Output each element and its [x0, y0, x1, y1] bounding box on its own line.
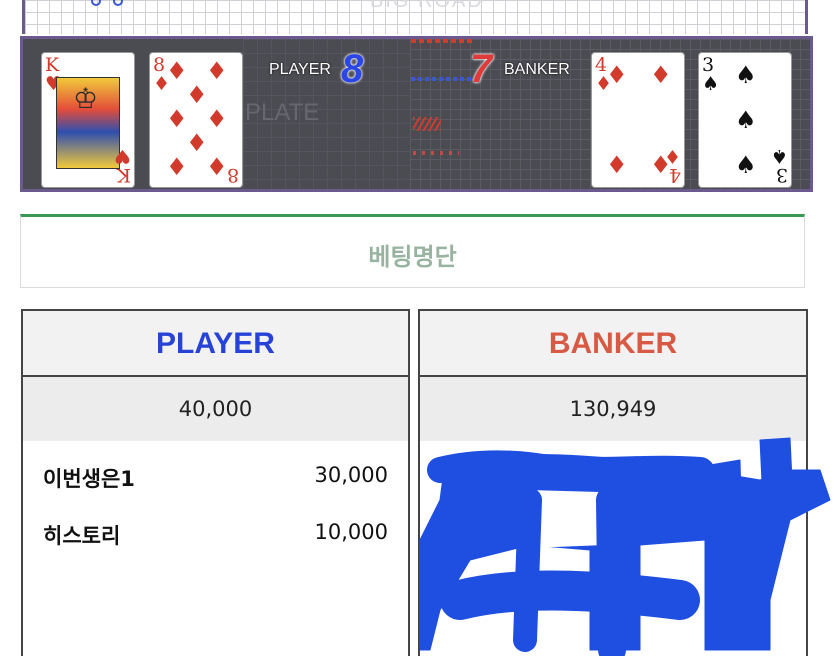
road-mark — [411, 39, 473, 43]
road-mark — [413, 117, 441, 131]
player-score: 8 — [341, 47, 364, 91]
player-side-label: PLAYER — [269, 61, 331, 78]
card-corner: 3 ♠ — [702, 54, 720, 95]
player-bet-list: 이번생은1 30,000 히스토리 10,000 — [23, 441, 408, 559]
big-road-board: BIG ROAD — [22, 0, 808, 34]
road-marker — [91, 0, 101, 6]
player-card-1: K ♥ ♔ K ♥ — [41, 52, 135, 188]
card-corner: 8 — [226, 164, 239, 186]
banker-side-label: BANKER — [504, 61, 570, 78]
list-item: 히스토리 10,000 — [23, 502, 408, 559]
diamond-suit-icon: ♦ — [206, 153, 228, 181]
list-item: 이번생은1 30,000 — [23, 445, 408, 502]
diamond-suit-icon: ♦ — [206, 57, 228, 85]
bet-list-title: 베팅명단 — [368, 243, 457, 271]
player-card-2: 8 ♦ ♦ ♦ ♦ ♦ ♦ ♦ ♦ ♦ 8 — [149, 52, 243, 188]
big-road-label: BIG ROAD — [370, 0, 484, 12]
diamond-suit-icon: ♦ — [186, 129, 208, 157]
diamond-suit-icon: ♦ — [606, 61, 628, 89]
road-marker — [113, 0, 123, 6]
banker-card-2: 3 ♠ ♠ ♠ ♠ 3 ♠ — [698, 52, 792, 188]
card-corner: K ♥ — [113, 145, 131, 186]
diamond-suit-icon: ♦ — [166, 57, 188, 85]
banker-total-amount: 130,949 — [420, 377, 806, 441]
card-corner: 3 ♠ — [770, 145, 788, 186]
king-face-icon: ♔ — [56, 77, 120, 169]
diamond-suit-icon: ♦ — [206, 105, 228, 133]
plate-watermark: PLATE — [245, 99, 320, 126]
diamond-suit-icon: ♦ — [186, 81, 208, 109]
bet-list-header: 베팅명단 — [20, 214, 805, 288]
banker-card-1: 4 ♦ ♦ ♦ ♦ ♦ 4 ♦ — [591, 52, 685, 188]
diamond-suit-icon: ♦ — [166, 105, 188, 133]
card-corner: 4 ♦ — [663, 145, 681, 186]
bettor-name: 히스토리 — [43, 524, 121, 548]
road-mark — [413, 151, 459, 155]
road-mark — [411, 77, 471, 81]
spade-suit-icon: ♠ — [702, 73, 720, 95]
diamond-suit-icon: ♦ — [166, 153, 188, 181]
banker-bet-panel: BANKER 130,949 — [418, 309, 808, 656]
baccarat-result-screen: BIG ROAD PLATE PLAYER 8 7 BANKER K ♥ ♔ K ♥… — [0, 0, 835, 656]
diamond-suit-icon: ♦ — [650, 61, 672, 89]
spade-suit-icon: ♠ — [735, 106, 757, 134]
player-bet-panel: PLAYER 40,000 이번생은1 30,000 히스토리 10,000 — [21, 309, 410, 656]
bet-amount: 30,000 — [314, 463, 388, 487]
player-panel-title: PLAYER — [23, 311, 408, 377]
spade-suit-icon: ♠ — [735, 61, 757, 89]
game-table: PLATE PLAYER 8 7 BANKER K ♥ ♔ K ♥ 8 ♦ ♦ ♦ ♦… — [20, 36, 813, 192]
spade-suit-icon: ♠ — [735, 151, 757, 179]
diamond-suit-icon: ♦ — [606, 151, 628, 179]
banker-score: 7 — [470, 47, 493, 91]
player-total-amount: 40,000 — [23, 377, 408, 441]
bettor-name: 이번생은1 — [43, 467, 135, 491]
banker-panel-title: BANKER — [420, 311, 806, 377]
bet-amount: 10,000 — [314, 520, 388, 544]
